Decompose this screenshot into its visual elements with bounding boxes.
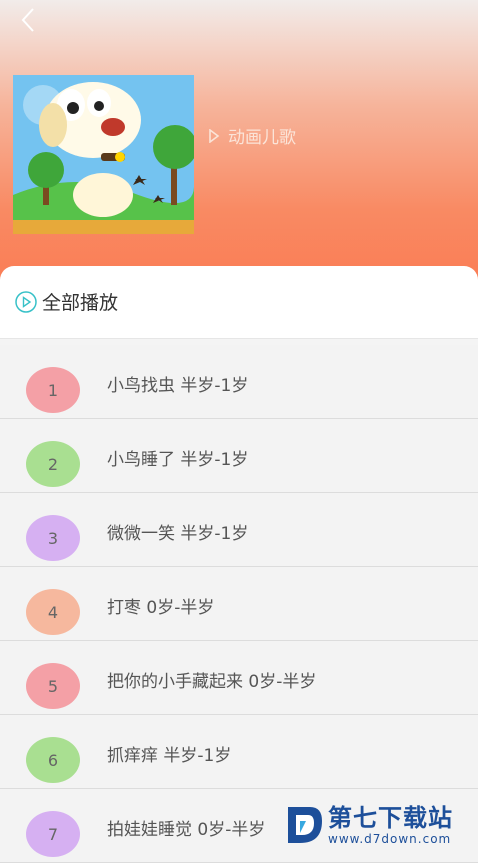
song-title: 打枣 0岁-半岁	[107, 598, 215, 618]
play-all-label: 全部播放	[42, 292, 119, 314]
song-title: 拍娃娃睡觉 0岁-半岁	[107, 820, 266, 840]
song-row[interactable]: 6 抓痒痒 半岁-1岁	[0, 715, 478, 789]
song-list: 1 小鸟找虫 半岁-1岁 2 小鸟睡了 半岁-1岁 3 微微一笑 半岁-1岁 4…	[0, 345, 478, 863]
song-number-badge: 4	[26, 589, 80, 635]
watermark-name: 第七下载站	[328, 804, 453, 832]
album-cover-image	[13, 75, 194, 234]
watermark-url: www.d7down.com	[328, 832, 452, 846]
song-row[interactable]: 4 打枣 0岁-半岁	[0, 567, 478, 641]
song-row[interactable]: 1 小鸟找虫 半岁-1岁	[0, 345, 478, 419]
song-row[interactable]: 2 小鸟睡了 半岁-1岁	[0, 419, 478, 493]
play-all-button[interactable]: 全部播放	[14, 288, 118, 315]
album-title: 动画儿歌	[208, 123, 296, 148]
chevron-left-icon	[21, 8, 34, 32]
song-title: 把你的小手藏起来 0岁-半岁	[107, 672, 317, 692]
album-title-text: 动画儿歌	[228, 128, 296, 148]
song-row[interactable]: 3 微微一笑 半岁-1岁	[0, 493, 478, 567]
site-watermark: 第七下载站 www.d7down.com	[284, 800, 478, 850]
song-number-badge: 6	[26, 737, 80, 783]
song-number-badge: 7	[26, 811, 80, 857]
song-list-panel: 全部播放	[0, 266, 478, 339]
song-title: 小鸟找虫 半岁-1岁	[107, 376, 249, 396]
back-button[interactable]	[14, 6, 42, 34]
play-circle-icon	[15, 290, 37, 313]
song-number-badge: 5	[26, 663, 80, 709]
watermark-logo-icon	[288, 807, 322, 843]
song-number-badge: 3	[26, 515, 80, 561]
song-title: 微微一笑 半岁-1岁	[107, 524, 249, 544]
play-outline-icon	[209, 128, 220, 143]
song-title: 抓痒痒 半岁-1岁	[107, 746, 232, 766]
album-header: 动画儿歌	[0, 0, 478, 300]
song-number-badge: 1	[26, 367, 80, 413]
song-number-badge: 2	[26, 441, 80, 487]
song-title: 小鸟睡了 半岁-1岁	[107, 450, 249, 470]
song-row[interactable]: 5 把你的小手藏起来 0岁-半岁	[0, 641, 478, 715]
